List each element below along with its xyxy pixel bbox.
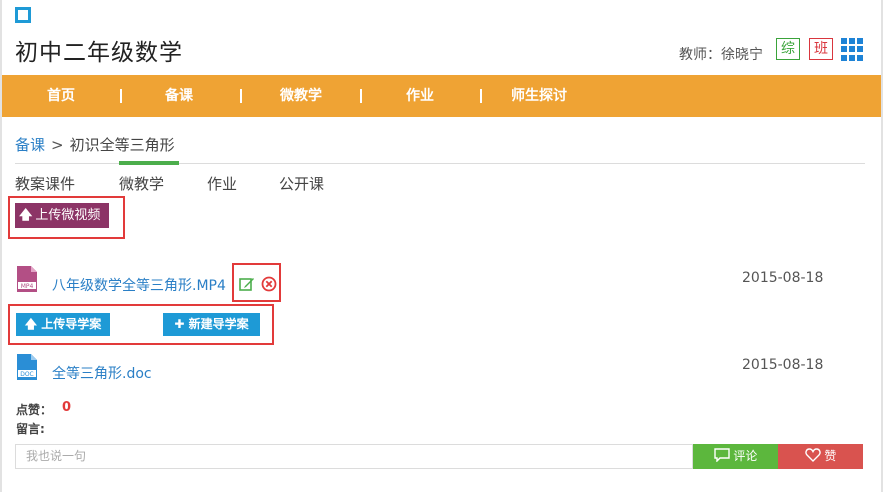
like-button-label: 赞 <box>824 449 837 463</box>
like-label: 点赞： <box>16 403 53 417</box>
doc-file-icon: DOC <box>17 354 37 380</box>
nav-divider <box>120 89 122 103</box>
file-link-mp4[interactable]: 八年级数学全等三角形.MP4 <box>52 275 226 295</box>
grid-apps-icon[interactable] <box>841 38 864 61</box>
mp4-file-icon: MP4 <box>17 266 37 292</box>
file-link-doc[interactable]: 全等三角形.doc <box>52 363 152 383</box>
logo-square-icon <box>15 7 31 23</box>
upload-video-button[interactable]: 🡅 上传微视频 <box>15 203 109 228</box>
course-title: 初中二年级数学 <box>15 40 183 66</box>
nav-item-micro-teaching[interactable]: 微教学 <box>280 75 322 117</box>
nav-item-home[interactable]: 首页 <box>47 75 75 117</box>
tab-lesson-plans[interactable]: 教案课件 <box>15 173 75 194</box>
comment-input[interactable]: 我也说一句 <box>15 444 693 469</box>
tab-open-class[interactable]: 公开课 <box>279 173 324 194</box>
comment-label: 留言: <box>16 422 45 436</box>
chat-icon <box>713 448 730 463</box>
file-date: 2015-08-18 <box>742 357 824 373</box>
nav-divider <box>360 89 362 103</box>
comment-button[interactable]: 评论 <box>693 444 778 469</box>
upload-arrow-icon: 🡅 <box>19 208 33 223</box>
upload-guide-label: 上传导学案 <box>41 317 102 331</box>
edit-icon[interactable] <box>239 276 255 292</box>
tab-micro-teaching[interactable]: 微教学 <box>119 173 164 194</box>
doc-file-icon-label: DOC <box>20 371 34 378</box>
breadcrumb: 备课 > 初识全等三角形 <box>15 134 175 155</box>
badge-ban-button[interactable]: 班 <box>809 38 833 60</box>
tab-homework[interactable]: 作业 <box>207 173 237 194</box>
active-tab-indicator <box>119 161 179 165</box>
upload-arrow-icon: 🡅 <box>24 317 38 331</box>
breadcrumb-separator: > <box>51 136 64 154</box>
like-button[interactable]: 赞 <box>778 444 863 469</box>
plus-icon: ✚ <box>174 317 185 331</box>
comment-button-label: 评论 <box>733 449 758 463</box>
badge-zong-button[interactable]: 综 <box>776 38 800 60</box>
nav-item-discussion[interactable]: 师生探讨 <box>511 75 567 117</box>
delete-icon[interactable] <box>261 276 277 292</box>
new-guide-label: 新建导学案 <box>188 317 249 331</box>
nav-item-homework[interactable]: 作业 <box>406 75 434 117</box>
like-count: 0 <box>62 400 72 415</box>
breadcrumb-current: 初识全等三角形 <box>69 136 175 154</box>
nav-item-prepare[interactable]: 备课 <box>165 75 193 117</box>
heart-icon <box>804 448 821 462</box>
upload-video-label: 上传微视频 <box>35 208 101 223</box>
file-date: 2015-08-18 <box>742 270 824 286</box>
breadcrumb-root-link[interactable]: 备课 <box>15 136 45 154</box>
nav-divider <box>480 89 482 103</box>
teacher-label: 教师：徐晓宁 <box>679 47 763 63</box>
main-nav: 首页 备课 微教学 作业 师生探讨 <box>2 75 881 117</box>
mp4-file-icon-label: MP4 <box>21 283 34 290</box>
upload-guide-button[interactable]: 🡅 上传导学案 <box>16 313 110 336</box>
page-frame <box>0 0 883 492</box>
nav-divider <box>240 89 242 103</box>
new-guide-button[interactable]: ✚ 新建导学案 <box>163 313 260 336</box>
